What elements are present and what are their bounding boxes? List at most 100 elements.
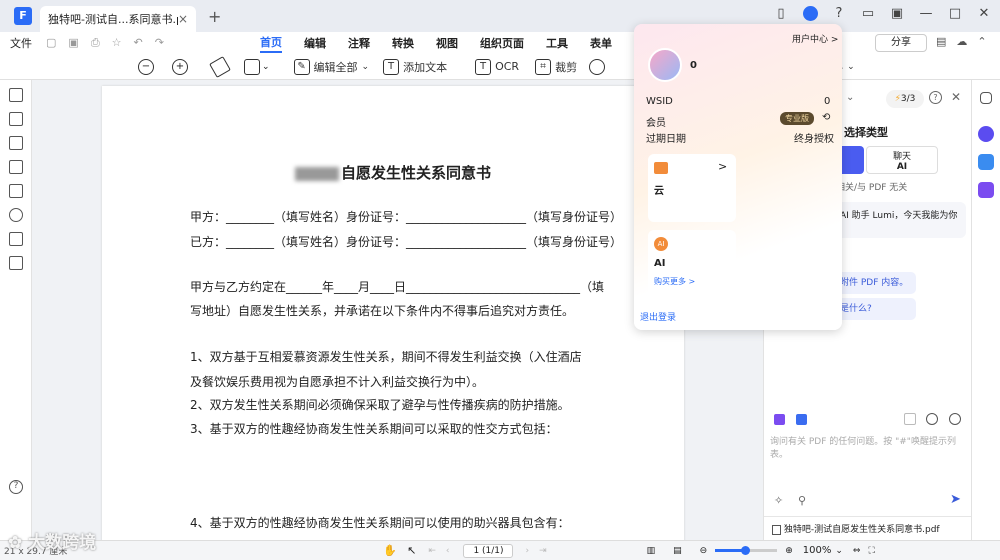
zoom-out-small-icon[interactable]: ⊖ (700, 546, 708, 556)
notification-icon[interactable]: ▣ (889, 6, 905, 25)
question-input[interactable]: 询问有关 PDF 的任何问题。按 "#"唤醒提示列表。 (770, 436, 966, 486)
zoom-in-icon[interactable]: + (172, 58, 188, 75)
right-rail (971, 80, 1000, 550)
fit-width-icon[interactable]: ⇔ (853, 546, 861, 556)
type-option-pdf[interactable] (840, 146, 864, 174)
tab-annotate[interactable]: 注释 (348, 35, 370, 51)
paperclip-icon[interactable]: ⚲ (798, 494, 806, 507)
attachment-icon[interactable] (8, 184, 23, 198)
search-panel-icon[interactable] (8, 208, 23, 222)
tab-organize[interactable]: 组织页面 (480, 35, 524, 51)
ai-card[interactable]: AI AI 购买更多 > (648, 230, 736, 298)
tab-view[interactable]: 视图 (436, 35, 458, 51)
last-page-icon[interactable]: ⇥ (539, 546, 547, 556)
suggestion-chip-2[interactable]: 是什么? (834, 298, 916, 320)
chevron-right-icon[interactable]: > (718, 160, 727, 173)
chevron-down-icon[interactable]: ⌄ (835, 546, 843, 556)
ai-card-label: AI (654, 258, 666, 269)
screenshot-icon[interactable] (904, 413, 916, 425)
buy-more-link[interactable]: 购买更多 > (654, 276, 695, 287)
search-icon[interactable] (589, 58, 606, 75)
file-menu[interactable]: 文件 (10, 35, 32, 51)
type-option-chat[interactable]: 聊天 AI (866, 146, 938, 174)
first-page-icon[interactable]: ⇤ (428, 546, 436, 556)
add-text-button[interactable]: T 添加文本 (383, 58, 447, 75)
translate-icon[interactable] (796, 414, 807, 425)
ocr-button[interactable]: T OCR (475, 58, 519, 75)
ai-translate-icon[interactable] (978, 154, 994, 170)
help-icon[interactable]: ? (831, 6, 847, 25)
user-avatar-icon[interactable] (802, 6, 818, 25)
collapse-icon[interactable]: ⌃ (977, 35, 986, 48)
ai-assistant-icon[interactable] (978, 126, 994, 142)
refresh-icon[interactable]: ⟲ (822, 112, 830, 123)
doc-line-agreement-1: 甲方与乙方约定在______年____月____日_______________… (190, 280, 605, 294)
fullscreen-icon[interactable]: ⛶ (868, 546, 874, 556)
bookmark-icon[interactable] (8, 112, 23, 126)
document-tab[interactable]: 独特吧-测试自...系同意书.pdf × (40, 6, 196, 32)
toolbar: − + ⌄ ✎ 编辑全部 ⌄ T 添加文本 T OCR ⌗ 裁剪 助手 ⌄ (0, 54, 1000, 80)
tab-edit[interactable]: 编辑 (304, 35, 326, 51)
new-file-icon[interactable]: ▢ (46, 36, 56, 50)
settings-gear-icon[interactable] (949, 413, 961, 425)
device-icon[interactable]: ▯ (773, 6, 789, 25)
suggestion-chip-1[interactable]: 附件 PDF 内容。 (834, 272, 916, 294)
zoom-level[interactable]: 100% (803, 545, 832, 556)
stack-icon[interactable] (8, 232, 23, 246)
tab-forms[interactable]: 表单 (590, 35, 612, 51)
properties-icon[interactable] (980, 92, 992, 104)
layers-icon[interactable] (8, 160, 23, 174)
hand-tool-icon[interactable]: ✋ (383, 544, 397, 557)
comment-icon[interactable] (8, 136, 23, 150)
close-panel-icon[interactable]: ✕ (951, 90, 961, 104)
tab-home[interactable]: 首页 (260, 34, 282, 53)
page-thumbnail-icon[interactable] (8, 88, 23, 102)
page-layout-icon[interactable]: ▤ (673, 546, 682, 556)
minimize-icon[interactable]: — (918, 6, 934, 25)
signature-icon[interactable] (8, 256, 23, 270)
prev-page-icon[interactable]: ‹ (446, 546, 450, 556)
app-logo-icon: F (14, 7, 32, 25)
help-icon[interactable]: ? (929, 91, 942, 104)
prompt-library-icon[interactable] (774, 414, 785, 425)
star-icon[interactable]: ☆ (112, 36, 122, 50)
cloud-upload-icon[interactable]: ☁ (956, 35, 967, 48)
page-number-input[interactable]: 1 (1/1) (463, 543, 514, 558)
select-tool-icon[interactable]: ↖ (407, 544, 416, 557)
shape-dropdown-icon[interactable]: ⌄ (262, 62, 270, 72)
attached-file[interactable]: 独特吧-测试自愿发生性关系同意书.pdf (772, 522, 940, 535)
view-mode-icon[interactable]: ▥ (647, 546, 656, 556)
doc-line-party-a: 甲方：________（填写姓名）身份证号：__________________… (190, 210, 623, 224)
zoom-out-icon[interactable]: − (138, 58, 154, 75)
read-mode-icon[interactable]: ▤ (936, 35, 946, 48)
new-tab-icon[interactable]: + (208, 7, 221, 26)
save-icon[interactable]: ▣ (68, 36, 78, 50)
undo-icon[interactable]: ↶ (134, 36, 143, 50)
lightbulb-icon[interactable]: ✧ (774, 494, 783, 507)
logout-link[interactable]: 退出登录 (640, 310, 676, 323)
close-window-icon[interactable]: ✕ (976, 6, 992, 25)
history-icon[interactable] (926, 413, 938, 425)
edit-all-button[interactable]: ✎ 编辑全部 ⌄ (293, 58, 369, 75)
send-icon[interactable]: ➤ (950, 492, 961, 507)
maximize-icon[interactable]: □ (947, 6, 963, 25)
redo-icon[interactable]: ↷ (155, 36, 164, 50)
message-icon[interactable]: ▭ (860, 6, 876, 25)
zoom-slider[interactable] (715, 546, 778, 555)
print-icon[interactable]: ⎙ (91, 36, 100, 50)
tab-tools[interactable]: 工具 (546, 35, 568, 51)
next-page-icon[interactable]: › (525, 546, 529, 556)
shape-icon[interactable] (244, 58, 260, 75)
cloud-card[interactable]: > 云 (648, 154, 736, 222)
help-circle-icon[interactable]: ? (9, 480, 23, 494)
share-button[interactable]: 分享 (875, 34, 927, 52)
doc-line-party-b: 已方：________（填写姓名）身份证号：__________________… (190, 235, 623, 249)
tab-close-icon[interactable]: × (178, 12, 188, 26)
user-center-link[interactable]: 用户中心 > (792, 32, 838, 45)
tab-convert[interactable]: 转换 (392, 35, 414, 51)
ai-edit-icon[interactable] (978, 182, 994, 198)
zoom-in-small-icon[interactable]: ⊕ (785, 546, 793, 556)
highlighter-icon[interactable] (209, 55, 231, 78)
crop-button[interactable]: ⌗ 裁剪 (535, 58, 577, 75)
chevron-down-icon[interactable]: ⌄ (846, 92, 854, 103)
